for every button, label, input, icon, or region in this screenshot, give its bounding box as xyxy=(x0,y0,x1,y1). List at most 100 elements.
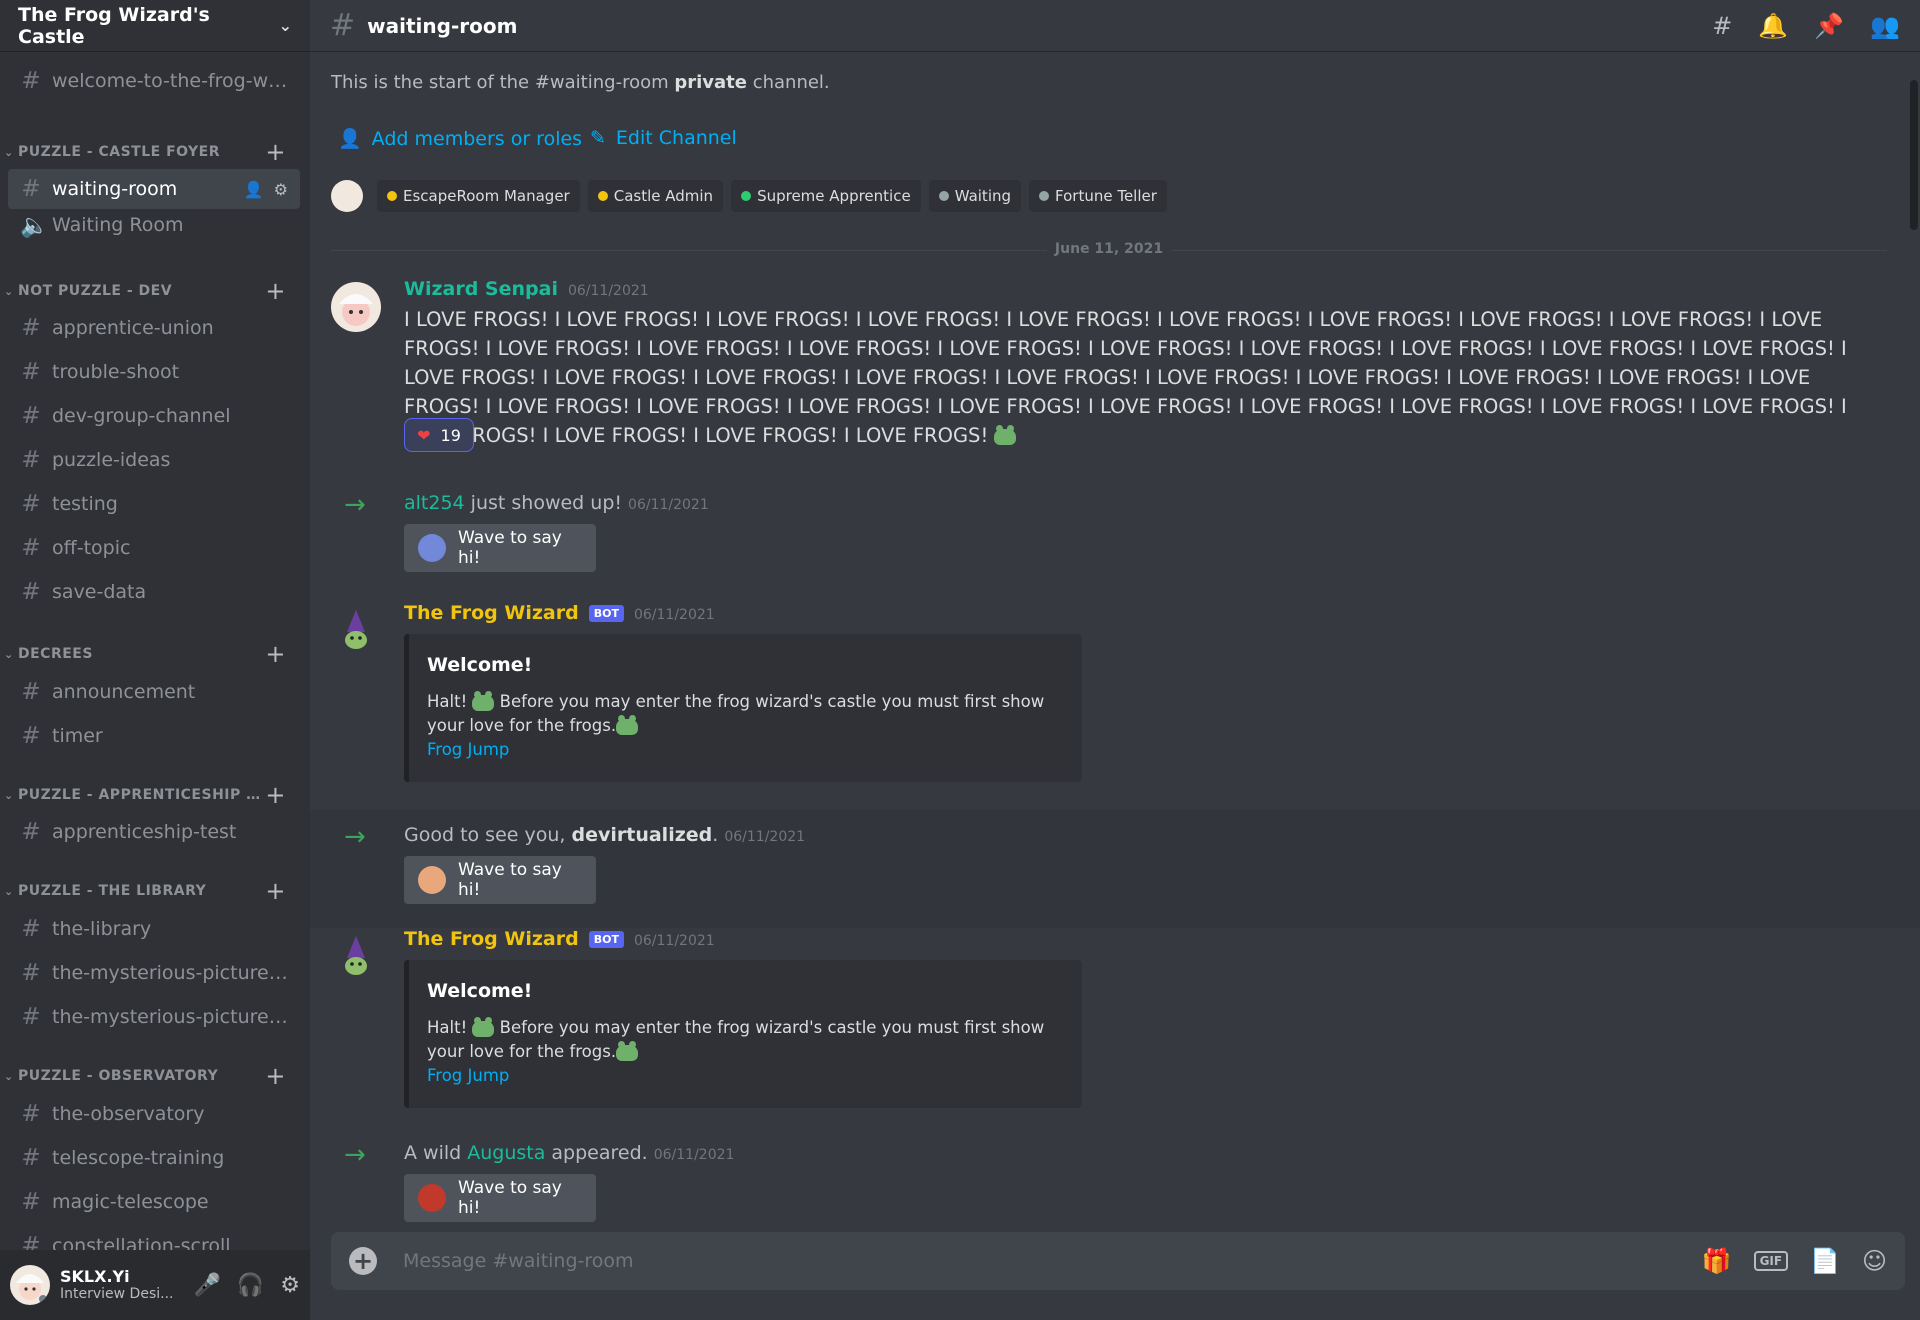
microphone-icon[interactable]: 🎤 xyxy=(193,1273,220,1298)
member-list-icon[interactable]: 👥 xyxy=(1870,12,1900,40)
hash-icon: # xyxy=(21,1004,41,1030)
category-dev[interactable]: ⌄ NOT PUZZLE - DEV + xyxy=(4,277,306,305)
caret-icon: ⌄ xyxy=(4,788,14,802)
hash-icon: # xyxy=(21,1233,41,1250)
edit-channel-button[interactable]: ✎ Edit Channel xyxy=(590,127,737,149)
channel-puzzle-ideas[interactable]: # puzzle-ideas xyxy=(8,440,300,480)
category-castle-foyer[interactable]: ⌄ PUZZLE - CASTLE FOYER + xyxy=(4,138,306,166)
embed: Welcome! Halt! Before you may enter the … xyxy=(404,960,1082,1108)
add-channel-icon[interactable]: + xyxy=(265,277,286,305)
add-channel-icon[interactable]: + xyxy=(265,1062,286,1090)
join-arrow-icon: → xyxy=(344,822,366,852)
role-pill[interactable]: Castle Admin xyxy=(587,180,724,212)
user-avatar[interactable] xyxy=(10,1265,50,1305)
channel-apprenticeship-test[interactable]: # apprenticeship-test xyxy=(8,812,300,852)
add-channel-icon[interactable]: + xyxy=(265,781,286,809)
channel-telescope-training[interactable]: # telescope-training xyxy=(8,1138,300,1178)
role-pill[interactable]: Fortune Teller xyxy=(1029,180,1167,212)
settings-gear-icon[interactable]: ⚙ xyxy=(280,1273,300,1298)
hash-icon: # xyxy=(21,1101,41,1127)
gear-icon[interactable]: ⚙ xyxy=(274,180,288,199)
caret-icon: ⌄ xyxy=(4,145,14,159)
category-library[interactable]: ⌄ PUZZLE - THE LIBRARY + xyxy=(4,877,306,905)
channel-timer[interactable]: # timer xyxy=(8,716,300,756)
channel-welcome[interactable]: # welcome-to-the-frog-wiz... xyxy=(8,61,300,101)
headphones-icon[interactable]: 🎧 xyxy=(237,1273,264,1298)
attach-plus-icon[interactable]: + xyxy=(349,1247,377,1275)
wave-sticker-icon xyxy=(418,866,446,894)
embed-link[interactable]: Frog Jump xyxy=(427,738,1064,762)
role-color-dot xyxy=(387,191,397,201)
server-header[interactable]: The Frog Wizard's Castle ⌄ xyxy=(0,0,310,52)
wave-sticker-icon xyxy=(418,534,446,562)
channel-magic-telescope[interactable]: # magic-telescope xyxy=(8,1182,300,1222)
threads-icon[interactable]: # xyxy=(1712,12,1732,40)
channel-intro: This is the start of the #waiting-room p… xyxy=(331,72,830,93)
channel-waiting-room[interactable]: # waiting-room 👤 ⚙ xyxy=(8,169,300,209)
embed-link[interactable]: Frog Jump xyxy=(427,1064,1064,1088)
role-pill[interactable]: EscapeRoom Manager xyxy=(377,180,580,212)
channel-mysterious-pictures[interactable]: # the-mysterious-pictures-... xyxy=(8,953,300,993)
hash-icon: # xyxy=(21,447,41,473)
reaction-heart[interactable]: ❤ 19 xyxy=(404,418,474,452)
sticker-icon[interactable]: 📄 xyxy=(1810,1247,1840,1275)
message-text: I LOVE FROGS! I LOVE FROGS! I LOVE FROGS… xyxy=(404,308,1847,447)
channel-mysterious-picture-s[interactable]: # the-mysterious-picture-s... xyxy=(8,997,300,1037)
channel-save-data[interactable]: # save-data xyxy=(8,572,300,612)
wave-button[interactable]: Wave to say hi! xyxy=(404,524,596,572)
hash-lock-icon: # xyxy=(330,8,356,43)
avatar[interactable] xyxy=(331,282,381,332)
channel-the-observatory[interactable]: # the-observatory xyxy=(8,1094,300,1134)
channel-trouble-shoot[interactable]: # trouble-shoot xyxy=(8,352,300,392)
pin-icon[interactable]: 📌 xyxy=(1814,12,1844,40)
wave-button[interactable]: Wave to say hi! xyxy=(404,1174,596,1222)
category-apprenticeship[interactable]: ⌄ PUZZLE - APPRENTICESHIP TE... + xyxy=(4,781,306,809)
timestamp: 06/11/2021 xyxy=(567,283,649,299)
category-decrees[interactable]: ⌄ DECREES + xyxy=(4,640,306,668)
add-channel-icon[interactable]: + xyxy=(265,138,286,166)
role-pill[interactable]: Supreme Apprentice xyxy=(731,180,921,212)
hash-icon: # xyxy=(21,916,41,942)
username: SKLX.Yi xyxy=(60,1266,130,1286)
voice-channel-waiting-room[interactable]: 🔈 Waiting Room xyxy=(8,205,300,245)
role-list: EscapeRoom Manager Castle Admin Supreme … xyxy=(331,180,1167,212)
message-input[interactable] xyxy=(401,1249,1601,1273)
avatar[interactable] xyxy=(331,932,381,982)
invite-icon[interactable]: 👤 xyxy=(244,180,264,199)
hash-icon: # xyxy=(21,679,41,705)
channel-off-topic[interactable]: # off-topic xyxy=(8,528,300,568)
bell-icon[interactable]: 🔔 xyxy=(1758,12,1788,40)
category-observatory[interactable]: ⌄ PUZZLE - OBSERVATORY + xyxy=(4,1062,306,1090)
wave-button[interactable]: Wave to say hi! xyxy=(404,856,596,904)
channel-testing[interactable]: # testing xyxy=(8,484,300,524)
channel-announcement[interactable]: # announcement xyxy=(8,672,300,712)
gif-icon[interactable]: GIF xyxy=(1753,1251,1789,1271)
timestamp: 06/11/2021 xyxy=(633,607,715,623)
frog-emoji-icon xyxy=(472,690,495,711)
channel-the-library[interactable]: # the-library xyxy=(8,909,300,949)
role-pill[interactable]: Waiting xyxy=(928,180,1022,212)
hash-icon: # xyxy=(21,491,41,517)
avatar[interactable] xyxy=(331,606,381,656)
author-name[interactable]: The Frog Wizard xyxy=(404,928,579,950)
author-name[interactable]: Wizard Senpai xyxy=(404,278,558,300)
add-channel-icon[interactable]: + xyxy=(265,877,286,905)
system-text: alt254 just showed up! 06/11/2021 xyxy=(404,492,709,514)
channel-dev-group[interactable]: # dev-group-channel xyxy=(8,396,300,436)
channel-apprentice-union[interactable]: # apprentice-union xyxy=(8,308,300,348)
channel-list: # welcome-to-the-frog-wiz... ⌄ PUZZLE - CA… xyxy=(0,52,310,1250)
hash-icon: # xyxy=(21,819,41,845)
gift-icon[interactable]: 🎁 xyxy=(1702,1247,1732,1275)
embed-title: Welcome! xyxy=(427,980,533,1002)
embed-description: Halt! Before you may enter the frog wiza… xyxy=(427,1016,1045,1061)
channel-constellation-scroll[interactable]: # constellation-scroll xyxy=(8,1226,300,1250)
system-text: A wild Augusta appeared. 06/11/2021 xyxy=(404,1142,735,1164)
add-person-icon: 👤 xyxy=(338,128,362,150)
add-members-button[interactable]: 👤 Add members or roles xyxy=(338,127,582,151)
message-list: This is the start of the #waiting-room p… xyxy=(310,52,1920,1230)
scrollbar[interactable] xyxy=(1910,80,1918,230)
emoji-icon[interactable]: ☺ xyxy=(1862,1247,1887,1275)
author-name[interactable]: The Frog Wizard xyxy=(404,602,579,624)
role-avatar xyxy=(331,180,363,212)
add-channel-icon[interactable]: + xyxy=(265,640,286,668)
